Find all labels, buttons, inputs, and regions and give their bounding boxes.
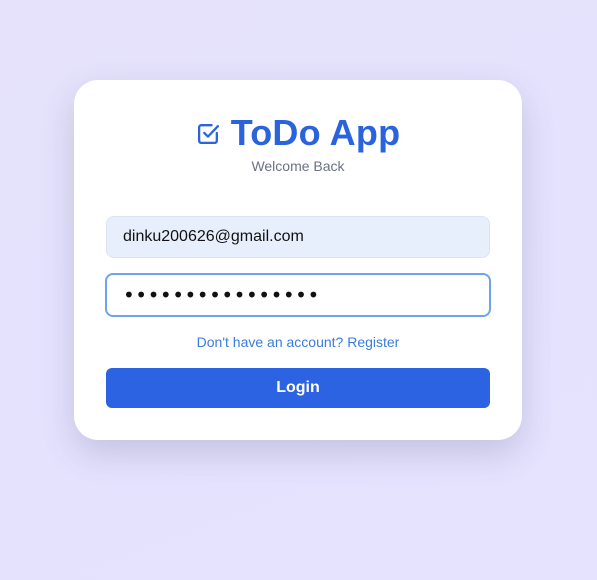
email-field[interactable] [106, 216, 490, 258]
password-field[interactable] [105, 273, 491, 317]
register-link[interactable]: Don't have an account? Register [74, 334, 522, 350]
login-button[interactable]: Login [106, 368, 490, 408]
welcome-subtitle: Welcome Back [251, 158, 345, 174]
login-card: ToDo App Welcome Back Don't have an acco… [74, 80, 522, 440]
app-title: ToDo App [230, 112, 401, 153]
checkbox-checked-icon [196, 121, 221, 146]
app-header: ToDo App [74, 113, 522, 153]
